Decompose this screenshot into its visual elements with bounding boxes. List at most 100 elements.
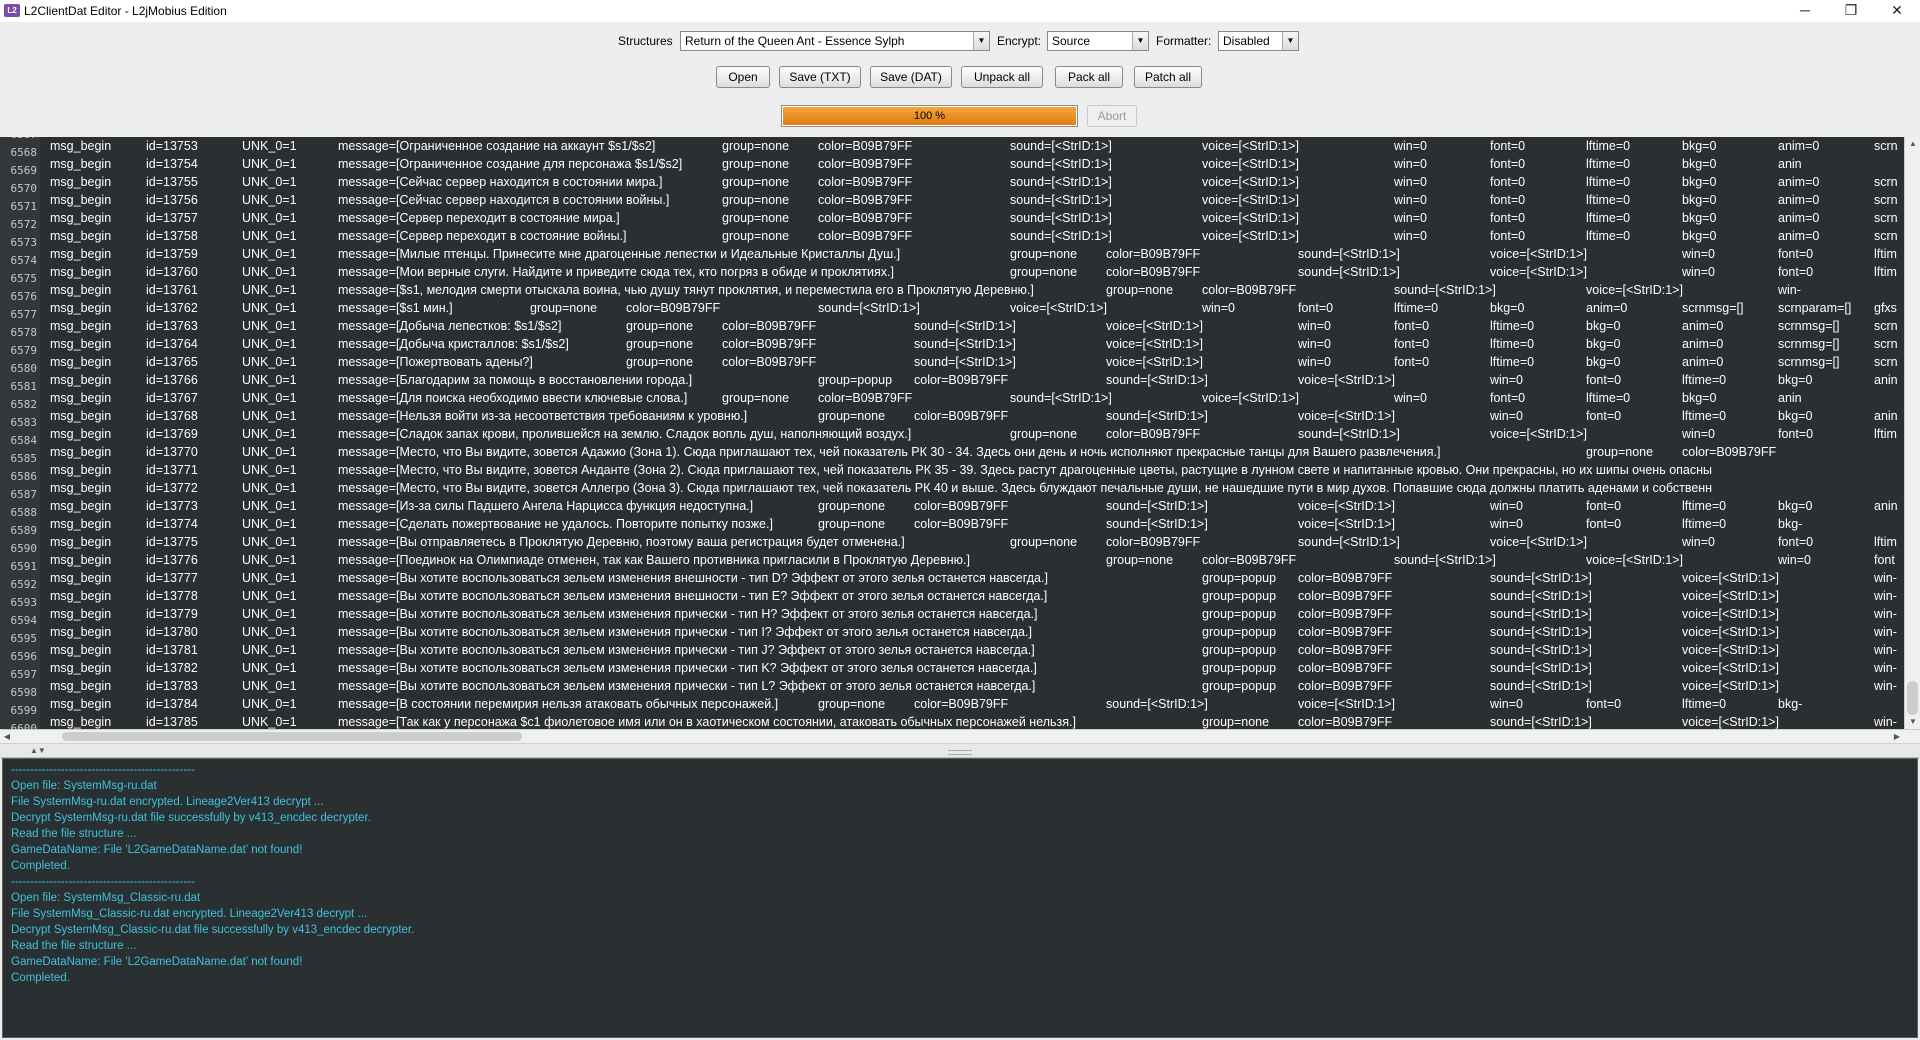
line-field: sound=[<StrID:1>] [1106, 373, 1208, 387]
line-field: message=[Сервер переходит в состояние ми… [338, 211, 620, 225]
line-field: color=B09B79FF [914, 697, 1009, 711]
line-field: message=[Место, что Вы видите, зовется А… [338, 481, 1713, 495]
minimize-button[interactable]: ─ [1782, 0, 1828, 22]
editor-line[interactable]: msg_begin id=13767 UNK_0=1 message=[Для пои… [40, 389, 1904, 407]
text-editor[interactable]: 6567 6568 6569 6570 6571 6572 6573 6574 6575 6576… [0, 137, 1920, 743]
structures-select[interactable]: Return of the Queen Ant - Essence Sylph … [680, 31, 990, 51]
maximize-button[interactable]: ❐ [1828, 0, 1874, 22]
line-field: id=13777 [146, 571, 198, 585]
editor-line[interactable]: msg_begin id=13757 UNK_0=1 message=[Сервер … [40, 209, 1904, 227]
horizontal-scrollbar[interactable]: ◀ ▶ [0, 729, 1920, 743]
editor-line[interactable]: msg_begin id=13760 UNK_0=1 message=[Мои вер… [40, 263, 1904, 281]
grip-icon[interactable] [948, 750, 972, 755]
editor-line[interactable]: msg_begin id=13758 UNK_0=1 message=[Сервер … [40, 227, 1904, 245]
editor-line[interactable]: msg_begin id=13762 UNK_0=1 message=[$s1 мин… [40, 299, 1904, 317]
line-field: msg_begin [50, 499, 112, 513]
log-line: Completed. [11, 860, 70, 872]
log-line: Decrypt SystemMsg-ru.dat file successful… [11, 812, 371, 824]
editor-line[interactable]: msg_begin id=13769 UNK_0=1 message=[Сладок … [40, 425, 1904, 443]
log-line: GameDataName: File 'L2GameDataName.dat' … [11, 844, 303, 856]
scroll-left-icon[interactable]: ◀ [0, 730, 14, 743]
scroll-down-icon[interactable]: ▼ [1905, 715, 1920, 729]
editor-line[interactable]: msg_begin id=13756 UNK_0=1 message=[Сейчас … [40, 191, 1904, 209]
editor-content[interactable]: msg_begin id=13753 UNK_0=1 message=[Огранич… [40, 137, 1904, 729]
unpack-all-button[interactable]: Unpack all [961, 66, 1043, 88]
editor-line[interactable]: msg_begin id=13766 UNK_0=1 message=[Благода… [40, 371, 1904, 389]
line-field: voice=[<StrID:1>] [1202, 157, 1299, 171]
editor-line[interactable]: msg_begin id=13774 UNK_0=1 message=[Сделать… [40, 515, 1904, 533]
split-arrows-icon[interactable]: ▲▼ [30, 744, 46, 757]
line-field: msg_begin [50, 463, 112, 477]
line-field: message=[В состоянии перемирия нельзя ат… [338, 697, 779, 711]
scroll-right-icon[interactable]: ▶ [1890, 730, 1904, 743]
editor-line[interactable]: msg_begin id=13753 UNK_0=1 message=[Огранич… [40, 137, 1904, 155]
editor-line[interactable]: msg_begin id=13771 UNK_0=1 message=[Место, … [40, 461, 1904, 479]
editor-line[interactable]: msg_begin id=13763 UNK_0=1 message=[Добыча … [40, 317, 1904, 335]
abort-button[interactable]: Abort [1087, 105, 1137, 127]
scroll-up-icon[interactable]: ▲ [1905, 137, 1920, 151]
editor-line[interactable]: msg_begin id=13781 UNK_0=1 message=[Вы хоти… [40, 641, 1904, 659]
editor-line[interactable]: msg_begin id=13775 UNK_0=1 message=[Вы отпр… [40, 533, 1904, 551]
line-field: group=none [1106, 283, 1174, 297]
editor-line[interactable]: msg_begin id=13770 UNK_0=1 message=[Место, … [40, 443, 1904, 461]
editor-line[interactable]: msg_begin id=13778 UNK_0=1 message=[Вы хоти… [40, 587, 1904, 605]
line-field: msg_begin [50, 229, 112, 243]
line-field: message=[Вы хотите воспользоваться зелье… [338, 679, 1036, 693]
line-field: id=13765 [146, 355, 198, 369]
editor-line[interactable]: msg_begin id=13785 UNK_0=1 message=[Так как… [40, 713, 1904, 729]
line-field: sound=[<StrID:1>] [1106, 409, 1208, 423]
editor-line[interactable]: msg_begin id=13761 UNK_0=1 message=[$s1, ме… [40, 281, 1904, 299]
line-field: font=0 [1394, 337, 1430, 351]
line-field: color=B09B79FF [1298, 571, 1393, 585]
line-field: message=[Вы хотите воспользоваться зелье… [338, 661, 1037, 675]
editor-line[interactable]: msg_begin id=13765 UNK_0=1 message=[Пожертв… [40, 353, 1904, 371]
line-field: win- [1874, 661, 1897, 675]
line-field: anim=0 [1778, 175, 1820, 189]
patch-all-button[interactable]: Patch all [1134, 66, 1202, 88]
vertical-scrollbar[interactable]: ▲ ▼ [1904, 137, 1920, 729]
line-field: id=13784 [146, 697, 198, 711]
editor-line[interactable]: msg_begin id=13768 UNK_0=1 message=[Нельзя … [40, 407, 1904, 425]
line-field: sound=[<StrID:1>] [1394, 553, 1496, 567]
line-field: voice=[<StrID:1>] [1682, 607, 1779, 621]
editor-line[interactable]: msg_begin id=13772 UNK_0=1 message=[Место, … [40, 479, 1904, 497]
line-field: lftime=0 [1586, 229, 1631, 243]
horizontal-scroll-thumb[interactable] [62, 732, 522, 741]
encrypt-select[interactable]: Source ▼ [1047, 31, 1149, 51]
editor-line[interactable]: msg_begin id=13777 UNK_0=1 message=[Вы хоти… [40, 569, 1904, 587]
line-field: win- [1874, 589, 1897, 603]
log-console[interactable]: ----------------------------------------… [2, 758, 1918, 1038]
vertical-scroll-thumb[interactable] [1907, 681, 1918, 715]
editor-line[interactable]: msg_begin id=13780 UNK_0=1 message=[Вы хоти… [40, 623, 1904, 641]
editor-line[interactable]: msg_begin id=13782 UNK_0=1 message=[Вы хоти… [40, 659, 1904, 677]
log-line: File SystemMsg_Classic-ru.dat encrypted.… [11, 908, 368, 920]
editor-line[interactable]: msg_begin id=13759 UNK_0=1 message=[Милые п… [40, 245, 1904, 263]
line-field: voice=[<StrID:1>] [1490, 247, 1587, 261]
line-field: voice=[<StrID:1>] [1682, 571, 1779, 585]
line-field: group=none [722, 157, 790, 171]
editor-line[interactable]: msg_begin id=13773 UNK_0=1 message=[Из-за с… [40, 497, 1904, 515]
editor-line[interactable]: msg_begin id=13754 UNK_0=1 message=[Огранич… [40, 155, 1904, 173]
line-field: color=B09B79FF [1298, 679, 1393, 693]
editor-line[interactable]: msg_begin id=13776 UNK_0=1 message=[Поедино… [40, 551, 1904, 569]
structures-value: Return of the Queen Ant - Essence Sylph [685, 34, 905, 48]
editor-line[interactable]: msg_begin id=13783 UNK_0=1 message=[Вы хоти… [40, 677, 1904, 695]
open-button[interactable]: Open [716, 66, 770, 88]
line-field: UNK_0=1 [242, 697, 297, 711]
save-dat-button[interactable]: Save (DAT) [870, 66, 952, 88]
editor-line[interactable]: msg_begin id=13784 UNK_0=1 message=[В состо… [40, 695, 1904, 713]
line-field: color=B09B79FF [1298, 661, 1393, 675]
line-field: win- [1874, 679, 1897, 693]
split-divider[interactable]: ▲▼ [0, 743, 1920, 758]
line-field: color=B09B79FF [722, 337, 817, 351]
editor-line[interactable]: msg_begin id=13779 UNK_0=1 message=[Вы хоти… [40, 605, 1904, 623]
pack-all-button[interactable]: Pack all [1055, 66, 1123, 88]
formatter-select[interactable]: Disabled ▼ [1218, 31, 1299, 51]
line-field: message=[Для поиска необходимо ввести кл… [338, 391, 688, 405]
editor-line[interactable]: msg_begin id=13755 UNK_0=1 message=[Сейчас … [40, 173, 1904, 191]
save-txt-button[interactable]: Save (TXT) [779, 66, 861, 88]
close-button[interactable]: ✕ [1874, 0, 1920, 22]
line-number: 6567 [0, 137, 38, 141]
line-number: 6590 [10, 542, 38, 555]
editor-line[interactable]: msg_begin id=13764 UNK_0=1 message=[Добыча … [40, 335, 1904, 353]
